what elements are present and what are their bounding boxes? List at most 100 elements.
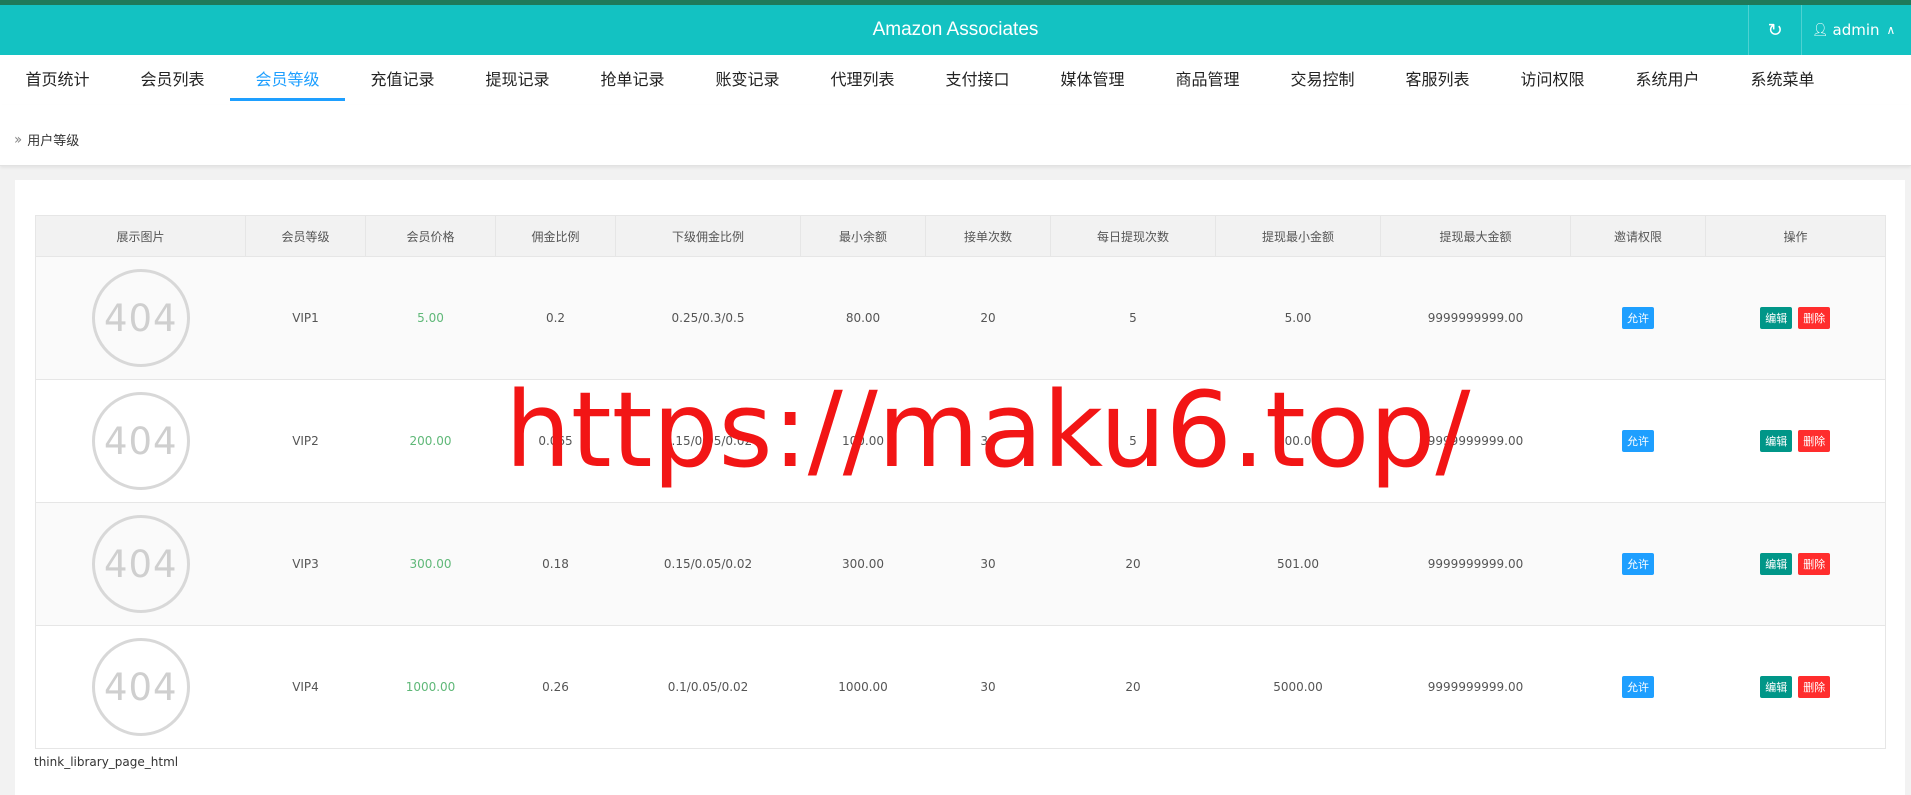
max-withdraw-cell: 9999999999.00 bbox=[1380, 625, 1571, 749]
nav-item-media-management[interactable]: 媒体管理 bbox=[1035, 55, 1150, 105]
user-menu[interactable]: 👤︎ admin ∧ bbox=[1812, 5, 1911, 55]
min-balance-cell: 300.00 bbox=[800, 502, 926, 626]
username: admin bbox=[1832, 21, 1880, 39]
column-header: 提现最小金额 bbox=[1215, 215, 1381, 257]
price-cell: 5.00 bbox=[365, 256, 496, 380]
content-card: 展示图片 会员等级 会员价格 佣金比例 下级佣金比例 最小余额 接单次数 每日提… bbox=[15, 180, 1905, 795]
daily-withdrawals-cell: 5 bbox=[1050, 256, 1216, 380]
nav-item-member-levels[interactable]: 会员等级 bbox=[230, 55, 345, 105]
min-withdraw-cell: 100.00 bbox=[1215, 379, 1381, 503]
nav-item-trade-control[interactable]: 交易控制 bbox=[1265, 55, 1380, 105]
min-balance-cell: 80.00 bbox=[800, 256, 926, 380]
orders-cell: 30 bbox=[925, 502, 1051, 626]
invite-allow-badge[interactable]: 允许 bbox=[1622, 676, 1654, 698]
column-header: 接单次数 bbox=[925, 215, 1051, 257]
orders-cell: 20 bbox=[925, 256, 1051, 380]
level-image-placeholder: 404 bbox=[91, 392, 190, 490]
refresh-icon: ↻ bbox=[1767, 19, 1783, 41]
sub-commission-cell: 0.1/0.05/0.02 bbox=[615, 625, 801, 749]
daily-withdrawals-cell: 20 bbox=[1050, 502, 1216, 626]
delete-button[interactable]: 删除 bbox=[1798, 553, 1831, 575]
table-row: 404 VIP4 1000.00 0.26 0.1/0.05/0.02 1000… bbox=[35, 625, 1886, 749]
min-balance-cell: 100.00 bbox=[800, 379, 926, 503]
edit-button[interactable]: 编辑 bbox=[1760, 676, 1793, 698]
table-row: 404 VIP2 200.00 0.065 0.15/0.05/0.02 100… bbox=[35, 379, 1886, 503]
column-header: 会员等级 bbox=[245, 215, 366, 257]
nav-item-home-stats[interactable]: 首页统计 bbox=[0, 55, 115, 105]
refresh-button[interactable]: ↻ bbox=[1748, 5, 1802, 55]
commission-cell: 0.2 bbox=[495, 256, 616, 380]
level-cell: VIP4 bbox=[245, 625, 366, 749]
daily-withdrawals-cell: 5 bbox=[1050, 379, 1216, 503]
orders-cell: 30 bbox=[925, 625, 1051, 749]
column-header: 邀请权限 bbox=[1570, 215, 1706, 257]
nav-item-agent-list[interactable]: 代理列表 bbox=[805, 55, 920, 105]
edit-button[interactable]: 编辑 bbox=[1760, 307, 1793, 329]
nav-item-access-permissions[interactable]: 访问权限 bbox=[1495, 55, 1610, 105]
app-title: Amazon Associates bbox=[872, 19, 1039, 40]
column-header: 提现最大金额 bbox=[1380, 215, 1571, 257]
level-cell: VIP2 bbox=[245, 379, 366, 503]
column-header: 操作 bbox=[1705, 215, 1886, 257]
max-withdraw-cell: 9999999999.00 bbox=[1380, 256, 1571, 380]
max-withdraw-cell: 9999999999.00 bbox=[1380, 502, 1571, 626]
edit-button[interactable]: 编辑 bbox=[1760, 430, 1793, 452]
level-cell: VIP1 bbox=[245, 256, 366, 380]
column-header: 每日提现次数 bbox=[1050, 215, 1216, 257]
main-nav: 首页统计 会员列表 会员等级 充值记录 提现记录 抢单记录 账变记录 代理列表 … bbox=[0, 55, 1911, 105]
commission-cell: 0.26 bbox=[495, 625, 616, 749]
delete-button[interactable]: 删除 bbox=[1798, 430, 1831, 452]
price-cell: 300.00 bbox=[365, 502, 496, 626]
column-header: 佣金比例 bbox=[495, 215, 616, 257]
breadcrumb: ›› 用户等级 bbox=[14, 130, 80, 150]
table-header-row: 展示图片 会员等级 会员价格 佣金比例 下级佣金比例 最小余额 接单次数 每日提… bbox=[35, 215, 1886, 257]
nav-item-support-list[interactable]: 客服列表 bbox=[1380, 55, 1495, 105]
sub-commission-cell: 0.15/0.05/0.02 bbox=[615, 379, 801, 503]
double-chevron-right-icon: ›› bbox=[14, 131, 22, 148]
user-icon: 👤︎ bbox=[1812, 22, 1829, 38]
min-withdraw-cell: 501.00 bbox=[1215, 502, 1381, 626]
invite-allow-badge[interactable]: 允许 bbox=[1622, 307, 1654, 329]
level-image-placeholder: 404 bbox=[91, 638, 190, 736]
pagination-placeholder-text: think_library_page_html bbox=[34, 755, 179, 769]
delete-button[interactable]: 删除 bbox=[1798, 676, 1831, 698]
price-cell: 200.00 bbox=[365, 379, 496, 503]
level-image-placeholder: 404 bbox=[91, 515, 190, 613]
nav-item-system-users[interactable]: 系统用户 bbox=[1610, 55, 1725, 105]
breadcrumb-bar: ›› 用户等级 bbox=[0, 105, 1911, 166]
column-header: 展示图片 bbox=[35, 215, 246, 257]
column-header: 最小余额 bbox=[800, 215, 926, 257]
top-header: Amazon Associates ↻ 👤︎ admin ∧ bbox=[0, 5, 1911, 55]
level-cell: VIP3 bbox=[245, 502, 366, 626]
table-row: 404 VIP1 5.00 0.2 0.25/0.3/0.5 80.00 20 … bbox=[35, 256, 1886, 380]
vip-level-table: 展示图片 会员等级 会员价格 佣金比例 下级佣金比例 最小余额 接单次数 每日提… bbox=[35, 215, 1886, 749]
nav-item-member-list[interactable]: 会员列表 bbox=[115, 55, 230, 105]
delete-button[interactable]: 删除 bbox=[1798, 307, 1831, 329]
nav-item-order-grab-records[interactable]: 抢单记录 bbox=[575, 55, 690, 105]
edit-button[interactable]: 编辑 bbox=[1760, 553, 1793, 575]
orders-cell: 30 bbox=[925, 379, 1051, 503]
invite-allow-badge[interactable]: 允许 bbox=[1622, 430, 1654, 452]
chevron-up-icon: ∧ bbox=[1886, 23, 1896, 37]
breadcrumb-label: 用户等级 bbox=[27, 134, 80, 149]
sub-commission-cell: 0.15/0.05/0.02 bbox=[615, 502, 801, 626]
sub-commission-cell: 0.25/0.3/0.5 bbox=[615, 256, 801, 380]
nav-item-product-management[interactable]: 商品管理 bbox=[1150, 55, 1265, 105]
nav-item-recharge-records[interactable]: 充值记录 bbox=[345, 55, 460, 105]
nav-item-system-menu[interactable]: 系统菜单 bbox=[1725, 55, 1840, 105]
daily-withdrawals-cell: 20 bbox=[1050, 625, 1216, 749]
commission-cell: 0.18 bbox=[495, 502, 616, 626]
min-withdraw-cell: 5000.00 bbox=[1215, 625, 1381, 749]
min-withdraw-cell: 5.00 bbox=[1215, 256, 1381, 380]
nav-item-withdraw-records[interactable]: 提现记录 bbox=[460, 55, 575, 105]
nav-item-payment-api[interactable]: 支付接口 bbox=[920, 55, 1035, 105]
invite-allow-badge[interactable]: 允许 bbox=[1622, 553, 1654, 575]
column-header: 会员价格 bbox=[365, 215, 496, 257]
level-image-placeholder: 404 bbox=[91, 269, 190, 367]
commission-cell: 0.065 bbox=[495, 379, 616, 503]
table-row: 404 VIP3 300.00 0.18 0.15/0.05/0.02 300.… bbox=[35, 502, 1886, 626]
min-balance-cell: 1000.00 bbox=[800, 625, 926, 749]
price-cell: 1000.00 bbox=[365, 625, 496, 749]
column-header: 下级佣金比例 bbox=[615, 215, 801, 257]
nav-item-account-changes[interactable]: 账变记录 bbox=[690, 55, 805, 105]
